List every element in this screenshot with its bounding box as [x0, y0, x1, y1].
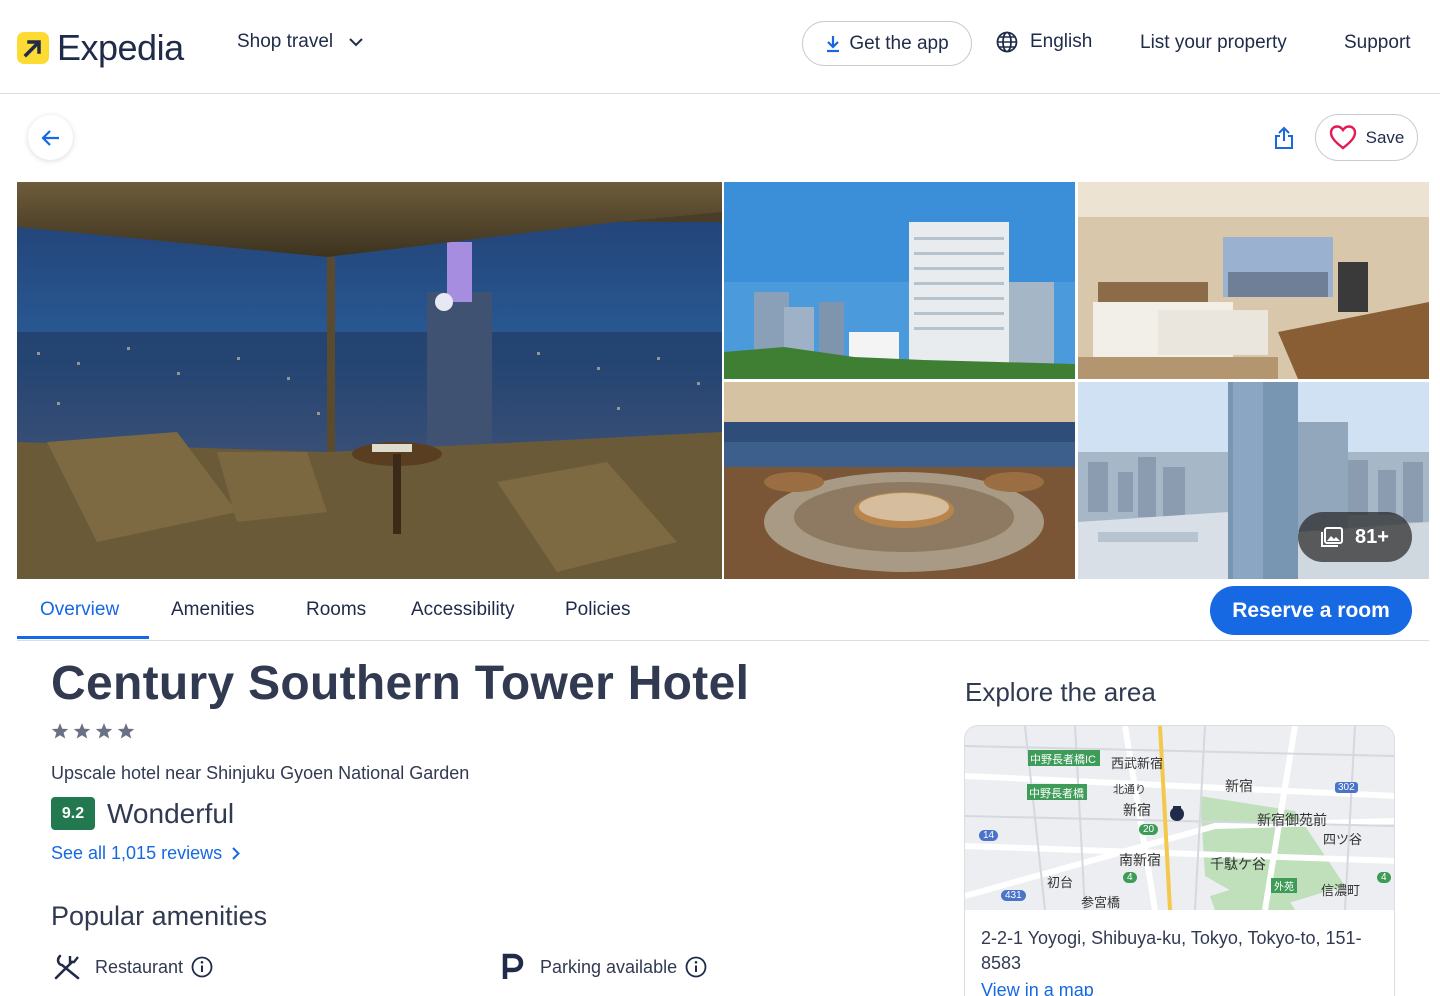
- map-label: 中野長者橋IC: [1030, 754, 1096, 766]
- amenity-label: Restaurant: [95, 956, 184, 977]
- get-app-label: Get the app: [849, 32, 949, 54]
- map-label: 4: [1123, 872, 1137, 883]
- shop-travel-menu[interactable]: Shop travel: [237, 31, 363, 53]
- info-icon[interactable]: [191, 956, 213, 978]
- map-label: 新宿御苑前: [1257, 812, 1327, 828]
- gallery-photo-exterior[interactable]: [724, 182, 1075, 379]
- see-all-reviews-link[interactable]: See all 1,015 reviews: [51, 843, 241, 864]
- photo-gallery: [17, 182, 1429, 579]
- gallery-photo-room[interactable]: [1078, 182, 1429, 379]
- map-label: 四ツ谷: [1323, 832, 1363, 847]
- chevron-down-icon: [349, 37, 363, 46]
- save-label: Save: [1365, 127, 1405, 147]
- map-thumbnail[interactable]: 中野長者橋IC 西武新宿 中野長者橋 北通り 新宿 新宿 302 新宿御苑前 四…: [965, 726, 1394, 910]
- map-label: 外苑: [1271, 878, 1297, 893]
- chevron-right-icon: [232, 847, 241, 860]
- map-label: 新宿: [1123, 802, 1151, 818]
- view-map-link[interactable]: View in a map: [981, 980, 1094, 996]
- logo-text: Expedia: [57, 27, 184, 68]
- map-label: 14: [979, 830, 999, 841]
- map-label: 南新宿: [1119, 852, 1161, 868]
- map-label: 20: [1139, 824, 1159, 835]
- photo-count-label: 81+: [1355, 525, 1389, 548]
- map-label: 初台: [1047, 875, 1074, 890]
- hotel-address: 2-2-1 Yoyogi, Shibuya-ku, Tokyo, Tokyo-t…: [981, 928, 1362, 973]
- explore-area-title: Explore the area: [965, 677, 1156, 707]
- popular-amenities-title: Popular amenities: [51, 901, 268, 931]
- back-button[interactable]: [28, 115, 73, 160]
- amenity-parking: Parking available: [500, 953, 707, 981]
- star-icon: [95, 723, 113, 739]
- gallery-photo-main[interactable]: [17, 182, 722, 579]
- hotel-name: Century Southern Tower Hotel: [51, 657, 750, 710]
- language-label: English: [1030, 31, 1093, 52]
- reviews-link-label: See all 1,015 reviews: [51, 843, 223, 863]
- map-label: 北通り: [1113, 784, 1146, 796]
- map-card[interactable]: 中野長者橋IC 西武新宿 中野長者橋 北通り 新宿 新宿 302 新宿御苑前 四…: [964, 725, 1395, 996]
- list-property-link[interactable]: List your property: [1140, 32, 1287, 54]
- star-icon: [117, 723, 135, 739]
- map-label: 431: [1001, 890, 1026, 901]
- restaurant-icon: [54, 954, 80, 980]
- map-label: 新宿: [1225, 778, 1253, 794]
- map-label: 4: [1377, 872, 1391, 883]
- gallery-photo-restaurant[interactable]: [724, 382, 1075, 579]
- map-label: 千駄ケ谷: [1210, 856, 1266, 872]
- tab-accessibility[interactable]: Accessibility: [411, 599, 514, 621]
- star-icon: [51, 723, 69, 739]
- photo-gallery-icon: [1321, 527, 1344, 547]
- active-tab-indicator: [17, 636, 149, 639]
- expedia-logo[interactable]: Expedia: [17, 27, 184, 69]
- amenity-label: Parking available: [540, 956, 678, 977]
- tab-amenities[interactable]: Amenities: [171, 599, 254, 621]
- download-icon: [827, 35, 840, 52]
- map-label: 中野長者橋: [1029, 788, 1084, 800]
- share-icon: [1275, 126, 1293, 149]
- tab-overview[interactable]: Overview: [40, 599, 119, 621]
- save-button[interactable]: Save: [1315, 114, 1418, 161]
- star-rating: [51, 722, 139, 740]
- map-label: 西武新宿: [1111, 756, 1164, 771]
- hotel-tagline: Upscale hotel near Shinjuku Gyoen Nation…: [51, 763, 470, 783]
- map-label: 302: [1335, 782, 1358, 793]
- star-icon: [73, 723, 91, 739]
- support-link[interactable]: Support: [1344, 32, 1411, 54]
- info-icon[interactable]: [685, 956, 707, 978]
- share-button[interactable]: [1268, 122, 1300, 154]
- expedia-logo-mark-icon: [17, 32, 49, 64]
- shop-travel-label: Shop travel: [237, 31, 334, 52]
- reserve-room-button[interactable]: Reserve a room: [1210, 586, 1412, 635]
- rating-word: Wonderful: [107, 798, 235, 829]
- tab-policies[interactable]: Policies: [565, 599, 630, 621]
- map-label: 信濃町: [1321, 883, 1361, 898]
- language-selector[interactable]: English: [996, 31, 1092, 53]
- view-all-photos-button[interactable]: 81+: [1298, 512, 1412, 562]
- amenity-restaurant: Restaurant: [53, 953, 213, 981]
- map-label: 参宮橋: [1081, 895, 1121, 910]
- arrow-left-icon: [40, 129, 59, 146]
- parking-icon: [502, 953, 524, 979]
- globe-icon: [996, 31, 1018, 53]
- rating-score-badge: 9.2: [51, 797, 95, 830]
- site-header: Expedia Shop travel Get the app English …: [0, 0, 1440, 94]
- heart-icon: [1329, 125, 1356, 150]
- tab-rooms[interactable]: Rooms: [306, 599, 366, 621]
- get-app-button[interactable]: Get the app: [802, 21, 972, 66]
